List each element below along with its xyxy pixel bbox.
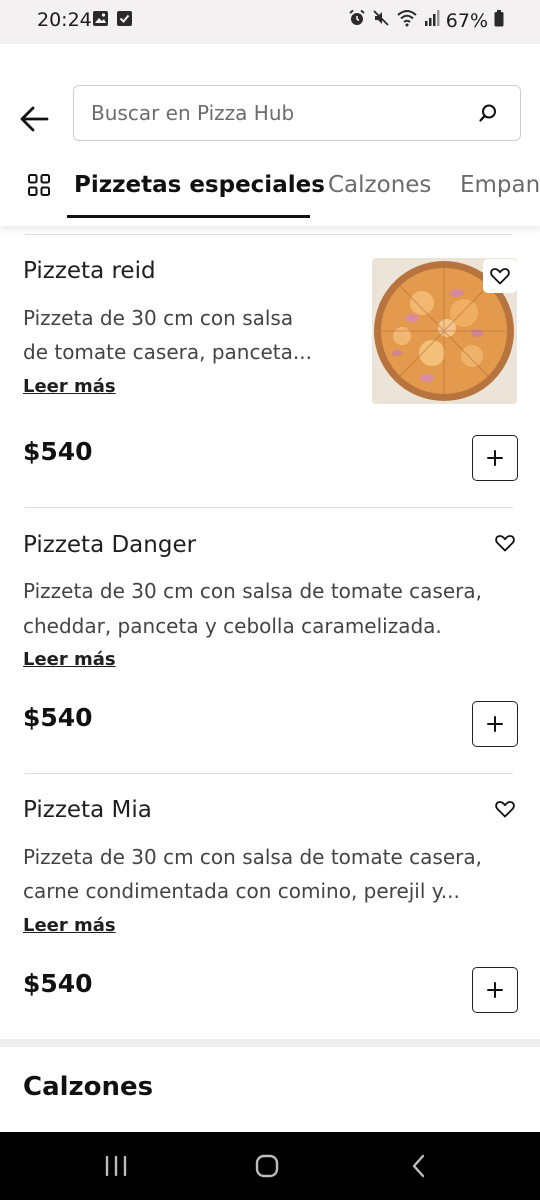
heart-icon	[490, 268, 510, 285]
item-price: $540	[23, 969, 93, 998]
section-title: Calzones	[23, 1072, 154, 1102]
back-button[interactable]	[14, 99, 54, 139]
chevron-left-icon	[412, 1154, 425, 1178]
mute-icon	[372, 9, 390, 32]
search-input[interactable]	[91, 86, 451, 140]
header: Pizzetas especiales Calzones Empanadas	[0, 44, 540, 226]
battery-text: 67%	[445, 9, 488, 32]
add-to-cart-button[interactable]	[472, 701, 518, 747]
read-more-link[interactable]: Leer más	[23, 915, 116, 936]
item-price: $540	[23, 703, 93, 732]
favorite-button[interactable]	[483, 259, 517, 293]
wifi-icon	[396, 9, 418, 32]
status-time: 20:24	[37, 9, 92, 31]
divider	[25, 773, 513, 774]
arrow-left-icon	[20, 106, 49, 132]
item-title: Pizzeta Mia	[23, 797, 152, 823]
signal-icon	[424, 9, 440, 32]
plus-icon	[487, 450, 503, 466]
add-to-cart-button[interactable]	[472, 967, 518, 1013]
status-right: 67%	[348, 9, 504, 32]
item-description-line: Pizzeta de 30 cm con salsa de tomate cas…	[23, 845, 482, 869]
home-icon	[255, 1154, 279, 1178]
image-icon	[92, 10, 109, 31]
heart-icon[interactable]	[495, 800, 515, 822]
back-nav-button[interactable]	[379, 1132, 459, 1200]
item-description-line: cheddar, panceta y cebolla caramelizada.	[23, 614, 442, 638]
recent-apps-button[interactable]	[76, 1132, 156, 1200]
grid-icon[interactable]	[28, 174, 50, 200]
search-bar[interactable]	[73, 85, 521, 141]
section-separator	[0, 1039, 540, 1047]
read-more-link[interactable]: Leer más	[23, 376, 116, 397]
tab-calzones[interactable]: Calzones	[328, 172, 431, 198]
alarm-icon	[348, 9, 366, 32]
home-button[interactable]	[227, 1132, 307, 1200]
item-description-line: de tomate casera, panceta...	[23, 340, 312, 364]
item-title: Pizzeta reid	[23, 258, 156, 284]
category-tabs: Pizzetas especiales Calzones Empanadas	[0, 162, 540, 220]
tab-empanadas[interactable]: Empanadas	[460, 172, 540, 198]
read-more-link[interactable]: Leer más	[23, 649, 116, 670]
add-to-cart-button[interactable]	[472, 435, 518, 481]
tab-pizzetas-especiales[interactable]: Pizzetas especiales	[74, 172, 325, 198]
item-description-line: carne condimentada con comino, perejil y…	[23, 879, 460, 903]
status-bar: 20:24 67%	[0, 0, 540, 44]
item-description-line: Pizzeta de 30 cm con salsa de tomate cas…	[23, 579, 482, 603]
plus-icon	[487, 982, 503, 998]
active-tab-indicator	[67, 215, 310, 218]
search-icon[interactable]	[478, 103, 498, 127]
item-price: $540	[23, 437, 93, 466]
system-nav-bar	[0, 1132, 540, 1200]
heart-icon[interactable]	[495, 534, 515, 556]
divider	[25, 234, 513, 235]
item-description-line: Pizzeta de 30 cm con salsa	[23, 306, 294, 330]
plus-icon	[487, 716, 503, 732]
battery-icon	[494, 9, 504, 32]
recent-apps-icon	[105, 1155, 127, 1177]
check-box-icon	[116, 10, 133, 31]
divider	[25, 507, 513, 508]
item-title: Pizzeta Danger	[23, 532, 197, 558]
